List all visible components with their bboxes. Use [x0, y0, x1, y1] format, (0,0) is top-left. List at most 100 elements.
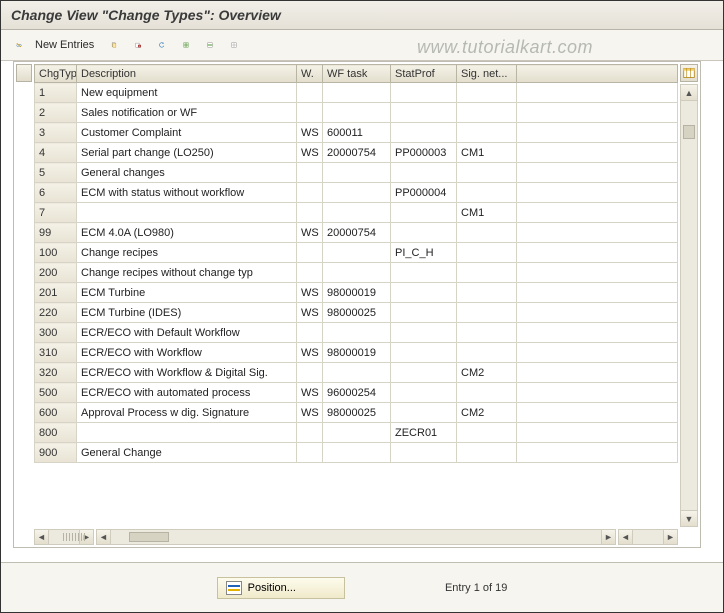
cell-wf-task[interactable]: 96000254: [323, 383, 391, 403]
table-row[interactable]: 6ECM with status without workflowPP00000…: [35, 183, 678, 203]
cell-wf-task[interactable]: [323, 103, 391, 123]
cell-chgtyp[interactable]: 4: [35, 143, 77, 163]
table-row[interactable]: 900General Change: [35, 443, 678, 463]
cell-statprof[interactable]: PI_C_H: [391, 243, 457, 263]
cell-sig-net[interactable]: CM2: [457, 363, 517, 383]
undo-change-button[interactable]: [152, 35, 172, 55]
cell-statprof[interactable]: [391, 223, 457, 243]
cell-description[interactable]: ECR/ECO with Workflow & Digital Sig.: [77, 363, 297, 383]
cell-wf-task[interactable]: 98000019: [323, 283, 391, 303]
cell-sig-net[interactable]: [457, 223, 517, 243]
hscroll-frozen-segment[interactable]: ◄ ►: [34, 529, 94, 545]
cell-description[interactable]: Approval Process w dig. Signature: [77, 403, 297, 423]
copy-as-button[interactable]: [104, 35, 124, 55]
table-row[interactable]: 500ECR/ECO with automated processWS96000…: [35, 383, 678, 403]
vertical-scrollbar[interactable]: [680, 84, 698, 527]
cell-chgtyp[interactable]: 3: [35, 123, 77, 143]
cell-sig-net[interactable]: [457, 103, 517, 123]
cell-chgtyp[interactable]: 200: [35, 263, 77, 283]
cell-chgtyp[interactable]: 99: [35, 223, 77, 243]
cell-statprof[interactable]: [391, 83, 457, 103]
hscroll-left-button-2[interactable]: ◄: [97, 530, 111, 544]
corner-select-all-button[interactable]: [16, 64, 32, 82]
cell-wf-task[interactable]: [323, 163, 391, 183]
cell-description[interactable]: ECR/ECO with automated process: [77, 383, 297, 403]
cell-w[interactable]: [297, 363, 323, 383]
cell-sig-net[interactable]: [457, 303, 517, 323]
cell-w[interactable]: WS: [297, 143, 323, 163]
cell-description[interactable]: ECM 4.0A (LO980): [77, 223, 297, 243]
cell-chgtyp[interactable]: 220: [35, 303, 77, 323]
cell-sig-net[interactable]: [457, 163, 517, 183]
cell-w[interactable]: WS: [297, 283, 323, 303]
cell-chgtyp[interactable]: 1: [35, 83, 77, 103]
cell-chgtyp[interactable]: 300: [35, 323, 77, 343]
cell-w[interactable]: [297, 263, 323, 283]
cell-wf-task[interactable]: 20000754: [323, 223, 391, 243]
cell-w[interactable]: WS: [297, 403, 323, 423]
cell-wf-task[interactable]: [323, 243, 391, 263]
cell-wf-task[interactable]: [323, 363, 391, 383]
cell-chgtyp[interactable]: 6: [35, 183, 77, 203]
cell-statprof[interactable]: [391, 343, 457, 363]
cell-description[interactable]: [77, 203, 297, 223]
cell-statprof[interactable]: [391, 443, 457, 463]
cell-statprof[interactable]: [391, 363, 457, 383]
cell-statprof[interactable]: [391, 203, 457, 223]
hscroll-right-button-3[interactable]: ►: [663, 530, 677, 544]
cell-chgtyp[interactable]: 310: [35, 343, 77, 363]
cell-statprof[interactable]: [391, 263, 457, 283]
delete-button[interactable]: [128, 35, 148, 55]
cell-description[interactable]: Sales notification or WF: [77, 103, 297, 123]
hscroll-left-button-3[interactable]: ◄: [619, 530, 633, 544]
cell-chgtyp[interactable]: 2: [35, 103, 77, 123]
cell-w[interactable]: [297, 183, 323, 203]
position-button[interactable]: Position...: [217, 577, 345, 599]
cell-sig-net[interactable]: [457, 323, 517, 343]
cell-sig-net[interactable]: [457, 283, 517, 303]
table-row[interactable]: 300ECR/ECO with Default Workflow: [35, 323, 678, 343]
cell-statprof[interactable]: [391, 303, 457, 323]
col-wf-task[interactable]: WF task: [323, 65, 391, 83]
col-statprof[interactable]: StatProf: [391, 65, 457, 83]
cell-w[interactable]: [297, 83, 323, 103]
cell-statprof[interactable]: [391, 403, 457, 423]
table-row[interactable]: 3Customer ComplaintWS600011: [35, 123, 678, 143]
cell-statprof[interactable]: [391, 103, 457, 123]
hscroll-left-button[interactable]: ◄: [35, 530, 49, 544]
table-row[interactable]: 310ECR/ECO with WorkflowWS98000019: [35, 343, 678, 363]
cell-description[interactable]: General Change: [77, 443, 297, 463]
cell-wf-task[interactable]: [323, 203, 391, 223]
cell-description[interactable]: ECR/ECO with Default Workflow: [77, 323, 297, 343]
hscroll-main-segment[interactable]: ◄ ►: [96, 529, 616, 545]
cell-wf-task[interactable]: [323, 263, 391, 283]
cell-w[interactable]: [297, 443, 323, 463]
cell-description[interactable]: ECM Turbine (IDES): [77, 303, 297, 323]
cell-sig-net[interactable]: [457, 423, 517, 443]
cell-w[interactable]: [297, 323, 323, 343]
cell-sig-net[interactable]: [457, 183, 517, 203]
table-row[interactable]: 2Sales notification or WF: [35, 103, 678, 123]
cell-description[interactable]: General changes: [77, 163, 297, 183]
select-all-button[interactable]: [176, 35, 196, 55]
cell-statprof[interactable]: ZECR01: [391, 423, 457, 443]
table-row[interactable]: 800ZECR01: [35, 423, 678, 443]
table-row[interactable]: 5General changes: [35, 163, 678, 183]
col-w[interactable]: W.: [297, 65, 323, 83]
cell-sig-net[interactable]: CM1: [457, 143, 517, 163]
hscroll-right-button-2[interactable]: ►: [601, 530, 615, 544]
cell-w[interactable]: [297, 243, 323, 263]
cell-chgtyp[interactable]: 201: [35, 283, 77, 303]
cell-description[interactable]: ECM with status without workflow: [77, 183, 297, 203]
table-row[interactable]: 600Approval Process w dig. SignatureWS98…: [35, 403, 678, 423]
col-sig-net[interactable]: Sig. net...: [457, 65, 517, 83]
cell-wf-task[interactable]: 20000754: [323, 143, 391, 163]
table-row[interactable]: 201ECM TurbineWS98000019: [35, 283, 678, 303]
cell-w[interactable]: [297, 423, 323, 443]
cell-statprof[interactable]: PP000003: [391, 143, 457, 163]
table-row[interactable]: 99ECM 4.0A (LO980)WS20000754: [35, 223, 678, 243]
cell-chgtyp[interactable]: 100: [35, 243, 77, 263]
table-row[interactable]: 4Serial part change (LO250)WS20000754PP0…: [35, 143, 678, 163]
cell-statprof[interactable]: [391, 383, 457, 403]
cell-chgtyp[interactable]: 320: [35, 363, 77, 383]
